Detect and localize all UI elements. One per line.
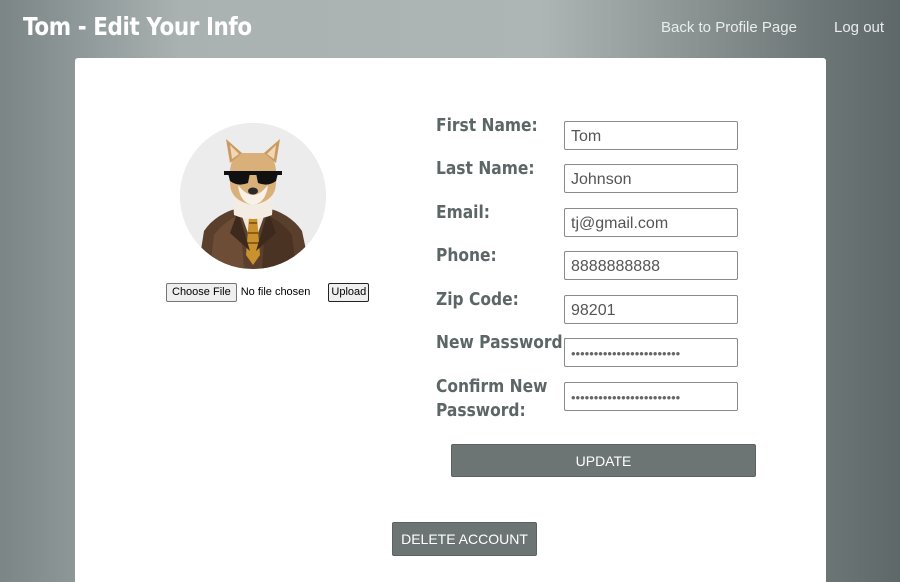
first-name-label: First Name: xyxy=(436,115,538,136)
edit-info-card: Choose File No file chosen Upload First … xyxy=(75,58,826,582)
last-name-field[interactable] xyxy=(564,164,738,193)
zip-code-label: Zip Code: xyxy=(436,289,519,310)
upload-button[interactable]: Upload xyxy=(328,282,370,302)
confirm-password-field[interactable] xyxy=(564,382,738,411)
new-password-label: New Password: xyxy=(436,332,569,353)
file-status-text: No file chosen xyxy=(240,286,311,298)
email-field[interactable] xyxy=(564,208,738,237)
page-title: Tom - Edit Your Info xyxy=(23,12,252,41)
profile-avatar xyxy=(180,123,326,269)
zip-code-field[interactable] xyxy=(564,295,738,324)
confirm-password-label: Confirm New Password: xyxy=(436,376,548,421)
file-upload-row: Choose File No file chosen Upload xyxy=(166,282,370,302)
dog-in-suit-avatar-icon xyxy=(180,123,326,269)
logout-link[interactable]: Log out xyxy=(834,19,884,36)
back-to-profile-link[interactable]: Back to Profile Page xyxy=(661,19,797,36)
delete-account-button[interactable]: DELETE ACCOUNT xyxy=(392,522,537,556)
choose-file-button[interactable]: Choose File xyxy=(166,282,237,302)
last-name-label: Last Name: xyxy=(436,158,535,179)
phone-label: Phone: xyxy=(436,245,497,266)
update-button[interactable]: UPDATE xyxy=(451,444,756,477)
email-label: Email: xyxy=(436,202,490,223)
phone-field[interactable] xyxy=(564,251,738,280)
new-password-field[interactable] xyxy=(564,338,738,367)
header-bar: Tom - Edit Your Info Back to Profile Pag… xyxy=(0,0,900,58)
first-name-field[interactable] xyxy=(564,121,738,150)
